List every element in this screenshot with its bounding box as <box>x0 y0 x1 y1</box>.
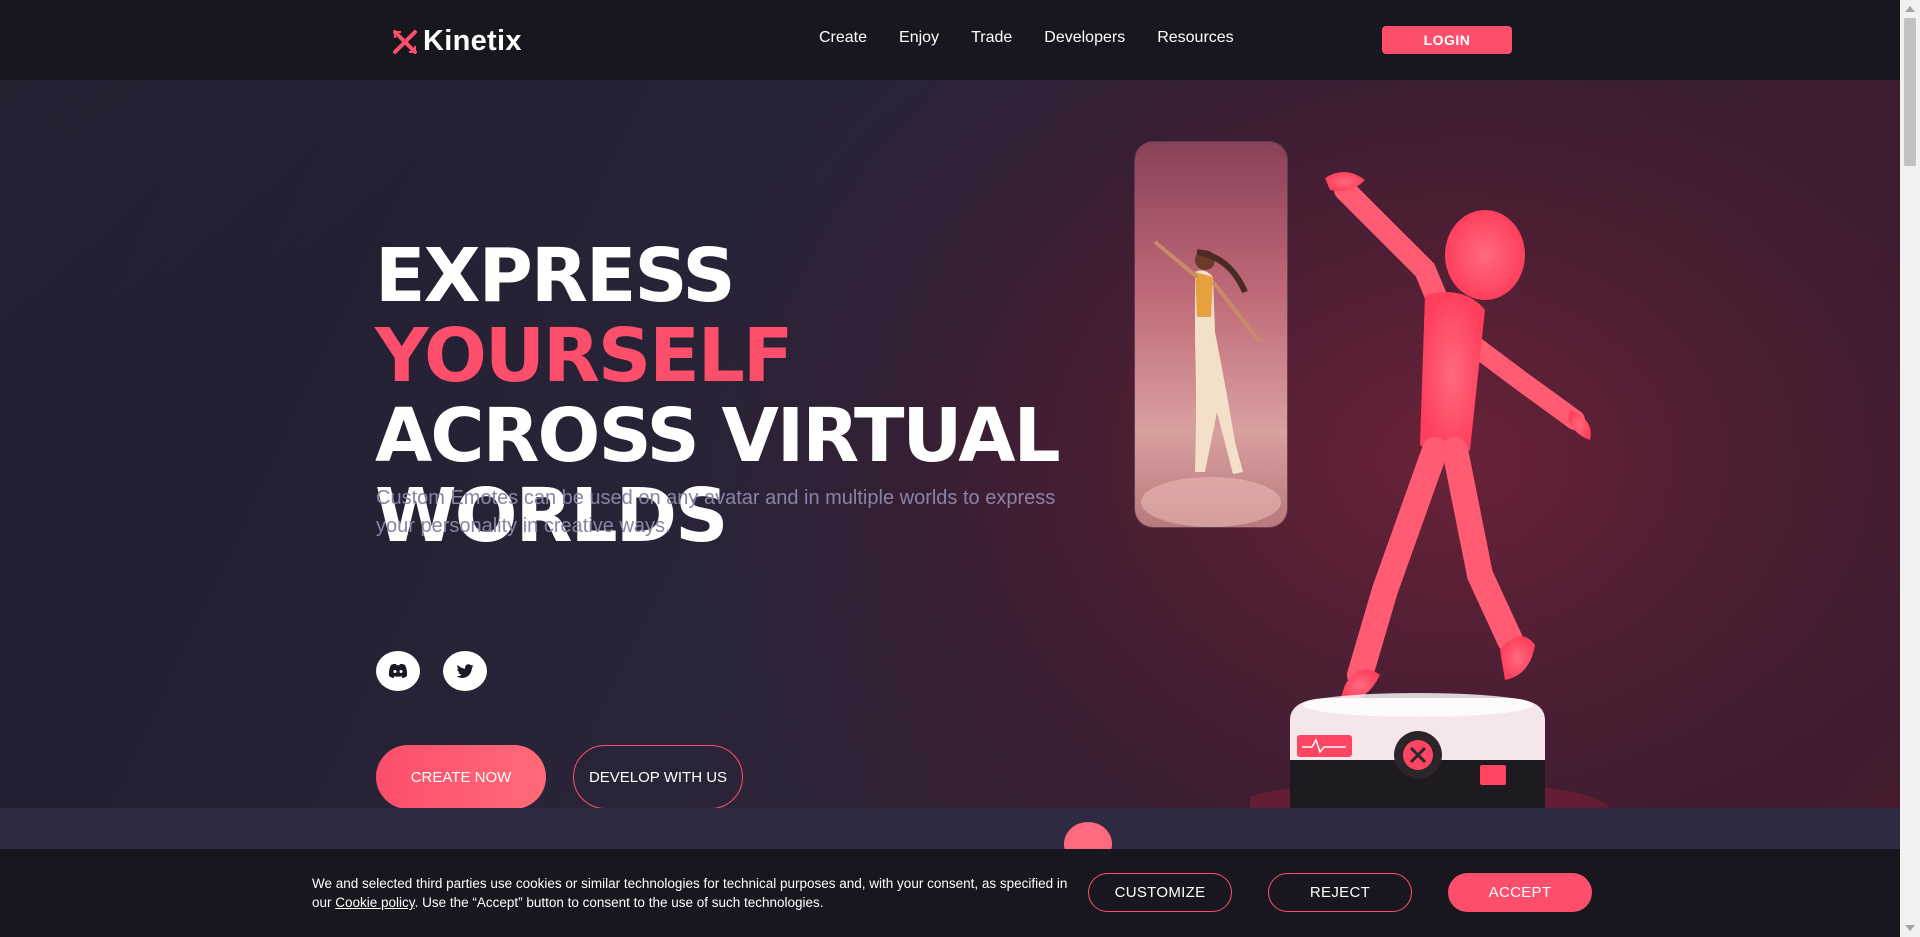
kinetix-logo-icon <box>393 29 417 54</box>
scroll-up-arrow-icon[interactable] <box>1905 6 1915 12</box>
headline-word-yourself: YOURSELF <box>375 313 793 399</box>
brand-name: Kinetix <box>423 25 522 57</box>
nav-link-trade[interactable]: Trade <box>971 29 1012 47</box>
scroll-down-arrow-icon[interactable] <box>1905 925 1915 931</box>
mannequin-illustration <box>1250 171 1610 808</box>
develop-with-us-button[interactable]: DEVELOP WITH US <box>573 745 743 808</box>
brand-logo[interactable]: Kinetix <box>391 25 522 58</box>
customize-button[interactable]: CUSTOMIZE <box>1088 873 1232 912</box>
twitter-icon <box>456 663 474 678</box>
twitter-button[interactable] <box>443 651 487 691</box>
nav-link-create[interactable]: Create <box>819 29 867 47</box>
nav-link-resources[interactable]: Resources <box>1157 29 1233 47</box>
login-button[interactable]: LOGIN <box>1382 26 1512 54</box>
hero-section: EXPRESS YOURSELF ACROSS VIRTUAL WORLDS Cus… <box>0 80 1900 808</box>
cookie-policy-link[interactable]: Cookie policy <box>335 895 414 910</box>
accept-button[interactable]: ACCEPT <box>1448 873 1592 912</box>
cookie-consent-banner: We and selected third parties use cookie… <box>0 849 1900 937</box>
page-scrollbar[interactable] <box>1900 0 1920 937</box>
nav-link-enjoy[interactable]: Enjoy <box>899 29 939 47</box>
cookie-text-after: . Use the “Accept” button to consent to … <box>414 895 824 910</box>
scrollbar-thumb[interactable] <box>1904 18 1916 166</box>
discord-icon <box>388 663 408 678</box>
headline-word-express: EXPRESS <box>375 233 736 319</box>
hero-subtitle: Custom Emotes can be used on any avatar … <box>376 487 1056 537</box>
reject-button[interactable]: REJECT <box>1268 873 1412 912</box>
top-navigation: Kinetix Create Enjoy Trade Developers Re… <box>0 0 1900 80</box>
nav-link-developers[interactable]: Developers <box>1044 29 1125 47</box>
cookie-message: We and selected third parties use cookie… <box>312 874 1072 912</box>
headline-line-2: ACROSS VIRTUAL <box>375 393 1061 479</box>
discord-button[interactable] <box>376 651 420 691</box>
create-now-button[interactable]: CREATE NOW <box>376 745 546 808</box>
nav-links: Create Enjoy Trade Developers Resources <box>819 29 1266 47</box>
